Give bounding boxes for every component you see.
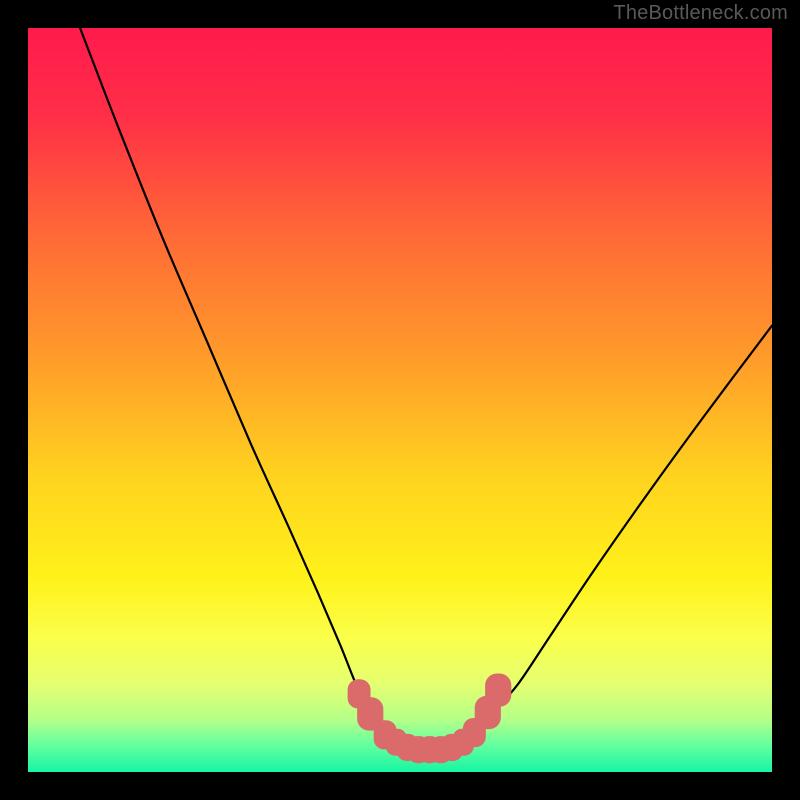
plot-area: [28, 28, 772, 772]
chart-svg: [28, 28, 772, 772]
marker-dot: [485, 673, 511, 706]
watermark-text: TheBottleneck.com: [613, 2, 788, 25]
gradient-background: [28, 28, 772, 772]
outer-frame: TheBottleneck.com: [0, 0, 800, 800]
